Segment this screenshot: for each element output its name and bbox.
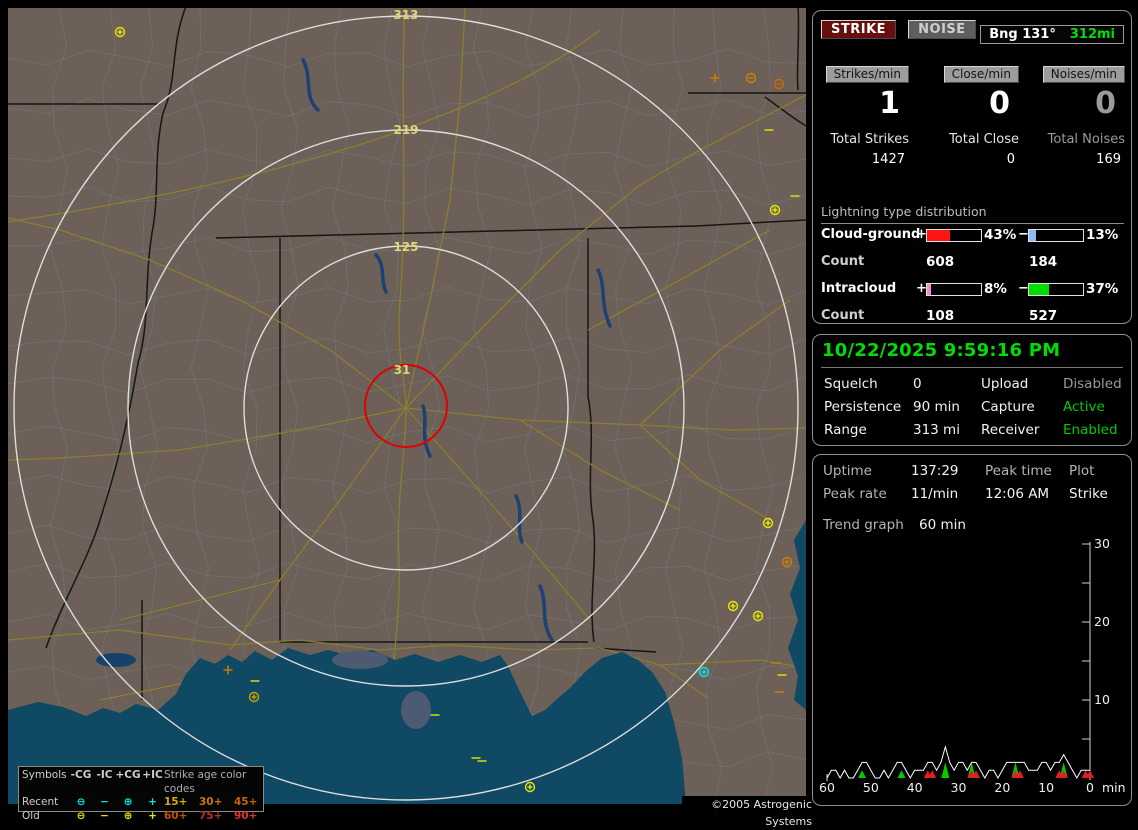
legend-symbol-+ic: + — [141, 796, 164, 810]
dist-bar-fill — [1029, 284, 1049, 295]
counter-label: Strikes/min — [826, 66, 909, 83]
count-label: Count — [821, 308, 864, 323]
rate-value: 0 — [1019, 87, 1125, 121]
svg-text:min: min — [1102, 780, 1126, 795]
dist-bar — [1028, 283, 1084, 296]
status-cell: 0 — [913, 376, 981, 392]
status-cell: 90 min — [913, 399, 981, 415]
dist-bar — [926, 283, 982, 296]
svg-text:60: 60 — [819, 780, 835, 795]
ring-label-31: 31 — [394, 363, 411, 377]
dist-bar — [1028, 229, 1084, 242]
svg-text:20: 20 — [994, 780, 1010, 795]
total-label: Total Close — [909, 132, 1019, 147]
strike-button[interactable]: STRIKE — [821, 20, 896, 39]
status-cell: Capture — [981, 399, 1063, 415]
total-label: Total Strikes — [821, 132, 909, 147]
total-value: 0 — [909, 152, 1019, 167]
legend-age-code: 15+ — [164, 796, 199, 810]
total-value: 1427 — [821, 152, 909, 167]
counter-label: Close/min — [944, 66, 1019, 83]
counter-label: Noises/min — [1043, 66, 1125, 83]
status-cell: Range — [824, 422, 913, 438]
strike-map[interactable]: 313 219 125 31 Symbols-CG-IC+CG+ICStrike ag… — [8, 8, 806, 804]
counter-column-0: Strikes/min 1 Total Strikes 1427 — [821, 63, 909, 167]
distribution-title: Lightning type distribution — [821, 204, 1124, 224]
legend-header: +CG — [115, 769, 141, 796]
map-legend: Symbols-CG-IC+CG+ICStrike age color code… — [18, 766, 264, 812]
svg-text:20: 20 — [1094, 614, 1110, 629]
legend-symbol-+cg: ⊕ — [115, 796, 141, 810]
count-label: Count — [821, 254, 864, 269]
count-value: 608 — [926, 254, 954, 270]
legend-age-code: 45+ — [234, 796, 265, 810]
legend-symbol--ic: − — [94, 796, 115, 810]
copyright-text: ©2005 Astrogenic Systems — [682, 796, 814, 813]
total-label: Total Noises — [1019, 132, 1125, 147]
session-panel: Uptime137:29Peak timePlotPeak rate11/min… — [812, 454, 1132, 806]
status-cell: Squelch — [824, 376, 913, 392]
dist-bar-fill — [1029, 230, 1036, 241]
distribution-row: Intracloud+8%−37% — [821, 281, 1125, 298]
legend-header: Symbols — [22, 769, 68, 796]
map-canvas: 313 219 125 31 — [8, 8, 806, 804]
svg-text:40: 40 — [907, 780, 923, 795]
status-cell: Receiver — [981, 422, 1063, 438]
svg-text:30: 30 — [951, 780, 967, 795]
bearing-label: Bng 131° — [989, 27, 1056, 42]
svg-text:50: 50 — [863, 780, 879, 795]
status-cell: Enabled — [1063, 422, 1125, 438]
mode-buttons: STRIKE NOISE Bng 131° 312mi — [813, 18, 1131, 39]
datetime-display: 10/22/2025 9:59:16 PM — [822, 340, 1060, 361]
dist-bar-fill — [927, 284, 931, 295]
legend-header: -IC — [94, 769, 115, 796]
status-grid: Squelch0UploadDisabled Persistence90 minC… — [824, 376, 1125, 438]
separator — [821, 367, 1123, 368]
status-cell: Active — [1063, 399, 1125, 415]
rate-counters: Strikes/min1Total Strikes1427Close/min0T… — [821, 63, 1125, 167]
dist-bar-fill — [927, 230, 950, 241]
rate-value: 0 — [909, 87, 1019, 121]
dist-percent: 8% — [984, 281, 1007, 297]
legend-header: +IC — [141, 769, 164, 796]
distribution-count-row: Count 108 527 — [821, 308, 1125, 325]
bearing-range: 312mi — [1070, 27, 1115, 42]
status-cell: Upload — [981, 376, 1063, 392]
count-value: 184 — [1029, 254, 1057, 270]
svg-text:0: 0 — [1086, 780, 1094, 795]
ring-label-313: 313 — [393, 8, 418, 22]
total-value: 169 — [1019, 152, 1125, 167]
legend-symbol--cg: ⊖ — [68, 796, 94, 810]
dist-percent: 43% — [984, 227, 1016, 243]
rate-value: 1 — [821, 87, 909, 121]
legend-age-header: Strike age color codes — [164, 769, 265, 796]
status-cell: Persistence — [824, 399, 913, 415]
distribution-row: Cloud-ground+43%−13% — [821, 227, 1125, 244]
ring-label-219: 219 — [393, 123, 418, 137]
counter-column-1: Close/min 0 Total Close 0 — [909, 63, 1019, 167]
legend-header: -CG — [68, 769, 94, 796]
counter-column-2: Noises/min 0 Total Noises 169 — [1019, 63, 1125, 167]
dist-bar — [926, 229, 982, 242]
ring-label-125: 125 — [393, 240, 418, 254]
distribution-count-row: Count 608 184 — [821, 254, 1125, 271]
dist-percent: 37% — [1086, 281, 1118, 297]
dist-name: Intracloud — [821, 281, 896, 296]
status-cell: Disabled — [1063, 376, 1125, 392]
legend-age-code: 30+ — [199, 796, 234, 810]
noise-button[interactable]: NOISE — [908, 20, 976, 39]
count-value: 527 — [1029, 308, 1057, 324]
status-cell: 313 mi — [913, 422, 981, 438]
count-value: 108 — [926, 308, 954, 324]
svg-text:10: 10 — [1038, 780, 1054, 795]
svg-text:10: 10 — [1094, 692, 1110, 707]
bearing-display: Bng 131° 312mi — [980, 25, 1124, 44]
svg-text:30: 30 — [1094, 536, 1110, 551]
trend-chart: 10 20 30 60 50 40 30 20 10 0 min — [813, 455, 1131, 805]
strike-stats-panel: STRIKE NOISE Bng 131°312mi Strikes/min1T… — [812, 10, 1132, 324]
legend-row-label: Recent — [22, 796, 68, 810]
dist-percent: 13% — [1086, 227, 1118, 243]
status-panel: 10/22/2025 9:59:16 PM Squelch0UploadDisa… — [812, 334, 1132, 446]
dist-name: Cloud-ground — [821, 227, 920, 242]
